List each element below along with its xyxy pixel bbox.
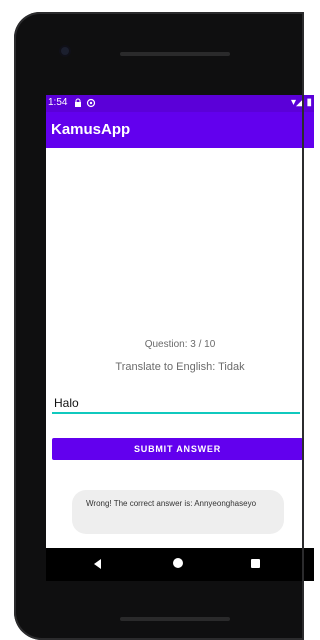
app-title: KamusApp [51, 121, 131, 138]
toast-message: Wrong! The correct answer is: Annyeongha… [86, 499, 257, 508]
phone-screen: 1:54 ▾◢ ▮ KamusApp Question: 3 / 10 Tran… [46, 95, 314, 581]
status-bar: 1:54 ▾◢ ▮ [46, 95, 314, 112]
top-speaker-icon [120, 52, 230, 56]
bottom-speaker-icon [120, 617, 230, 621]
result-toast: Wrong! The correct answer is: Annyeongha… [72, 490, 284, 534]
submit-answer-button[interactable]: SUBMIT ANSWER [52, 438, 303, 460]
quiz-content: Question: 3 / 10 Translate to English: T… [46, 148, 314, 548]
home-icon[interactable] [173, 558, 183, 568]
navigation-bar [46, 548, 314, 581]
question-counter: Question: 3 / 10 [144, 339, 216, 350]
app-bar: KamusApp [46, 112, 314, 148]
lock-icon [75, 98, 81, 107]
notification-icon [86, 98, 96, 108]
front-camera-icon [61, 47, 69, 55]
status-time: 1:54 [48, 97, 68, 108]
back-icon[interactable] [94, 559, 101, 569]
recents-icon[interactable] [251, 559, 260, 568]
signal-icons: ▾◢ ▮ [291, 97, 312, 108]
phone-device: 1:54 ▾◢ ▮ KamusApp Question: 3 / 10 Tran… [14, 12, 314, 640]
translation-prompt: Translate to English: Tidak [115, 361, 245, 373]
answer-input[interactable]: Halo [52, 396, 300, 414]
